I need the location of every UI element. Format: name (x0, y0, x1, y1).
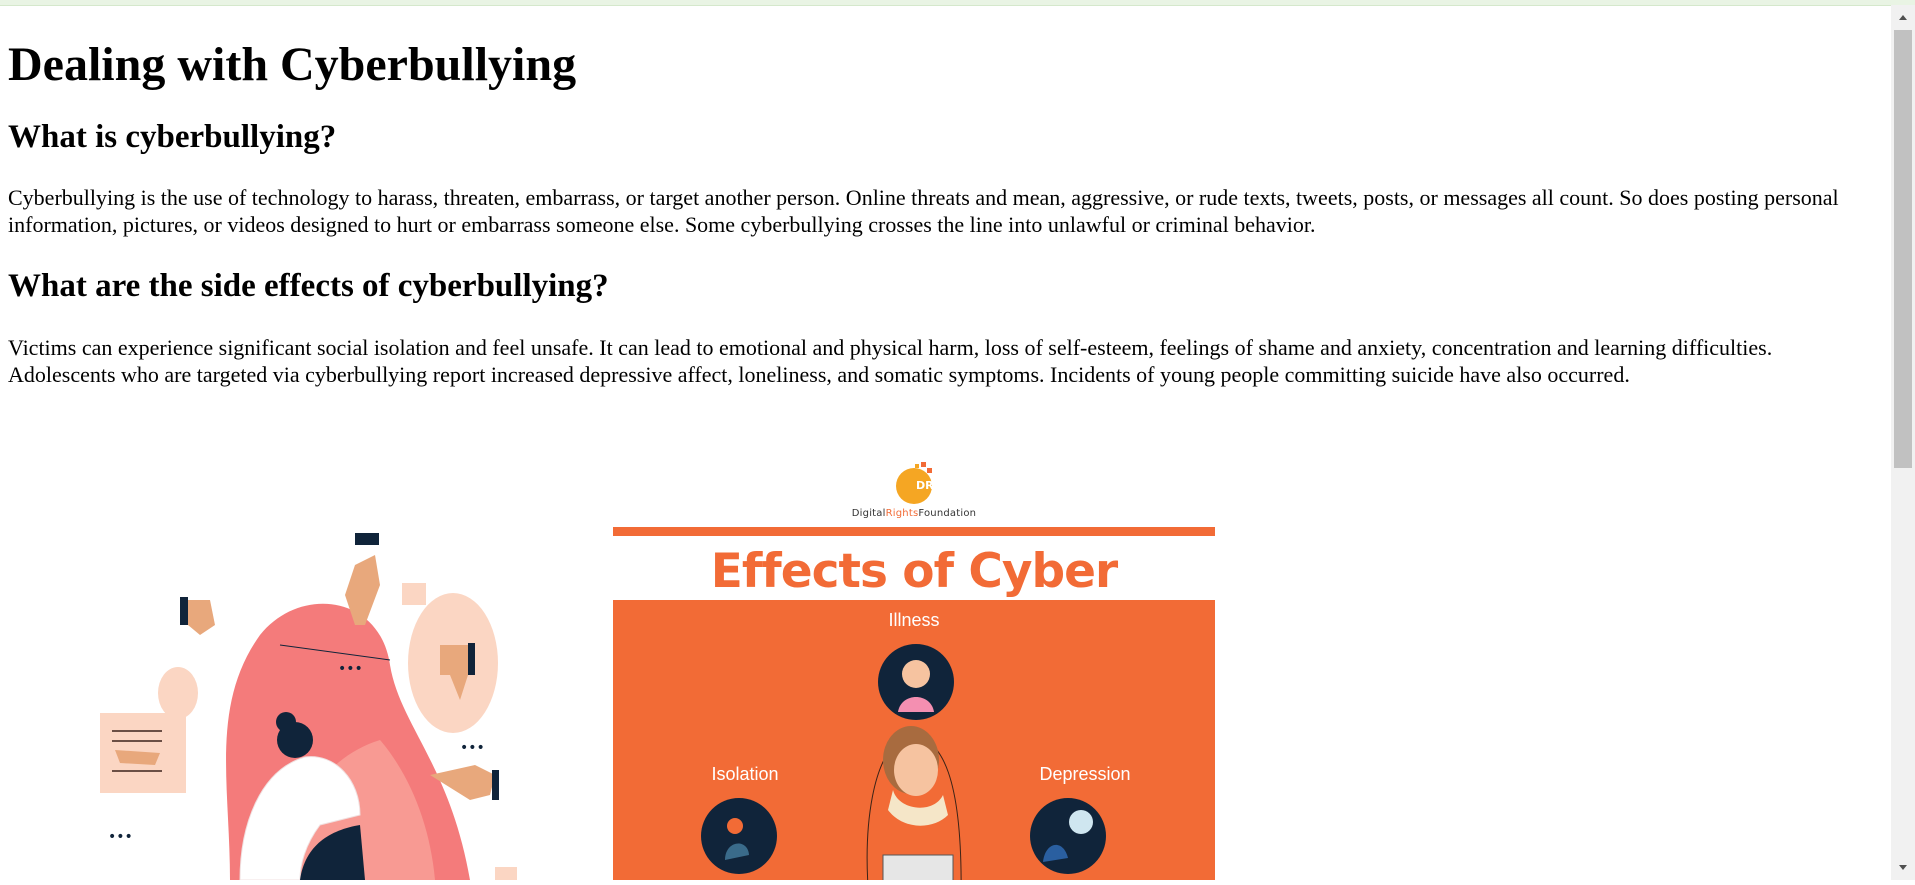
infographic-body: Illness Isolation Depression (613, 600, 1215, 880)
drf-logo: DRF DigitalRightsFoundation (613, 456, 1215, 526)
page-title: Dealing with Cyberbullying (8, 38, 577, 91)
logo-badge-text: DRF (916, 479, 941, 492)
infographic-title: Effects of Cyber bullying (710, 544, 1118, 671)
section-text-side-effects: Victims can experience significant socia… (8, 335, 1773, 387)
scroll-up-arrow-icon[interactable] (1891, 5, 1915, 29)
effects-infographic: DRF DigitalRightsFoundation Effects of C… (613, 456, 1215, 880)
svg-text:•••: ••• (460, 740, 485, 756)
vertical-scrollbar[interactable] (1891, 5, 1915, 880)
section-heading-side-effects: What are the side effects of cyberbullyi… (8, 268, 609, 304)
svg-text:•••: ••• (108, 829, 133, 845)
title-divider (613, 527, 1215, 536)
article: Dealing with Cyberbullying What is cyber… (8, 5, 1883, 388)
org-name: DigitalRightsFoundation (851, 508, 977, 519)
cyberbullying-illustration: ••• ••• ••• (90, 525, 550, 880)
section-text-what-is: Cyberbullying is the use of technology t… (8, 185, 1839, 237)
section-heading-what-is: What is cyberbullying? (8, 119, 337, 155)
scroll-down-arrow-icon[interactable] (1891, 856, 1915, 880)
svg-text:•••: ••• (338, 661, 363, 677)
scrollbar-thumb[interactable] (1894, 30, 1912, 468)
